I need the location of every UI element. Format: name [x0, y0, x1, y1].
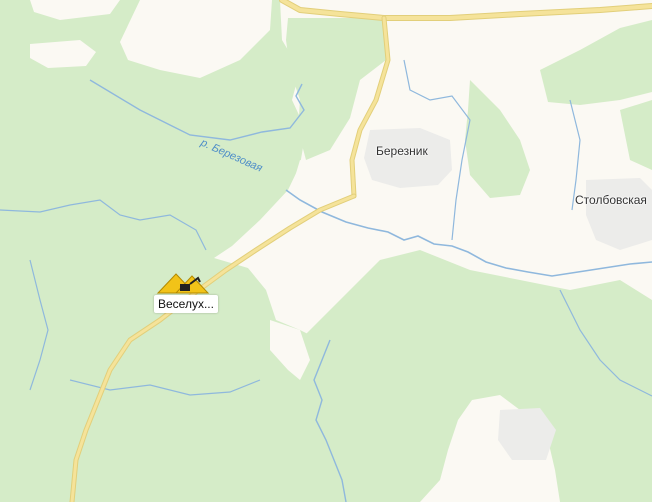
poi-label[interactable]: Веселух...: [154, 295, 218, 313]
place-label-bereznik[interactable]: Березник: [376, 144, 428, 158]
map-layer: р. Березовая: [0, 0, 652, 502]
settlement-bereznik: [364, 128, 452, 188]
map-canvas[interactable]: р. Березовая Березник Столбовская Веселу…: [0, 0, 652, 502]
place-label-stolbovskaya[interactable]: Столбовская: [575, 193, 647, 207]
settlement-stolbovskaya: [586, 178, 652, 250]
quarry-excavator-body: [180, 284, 190, 291]
